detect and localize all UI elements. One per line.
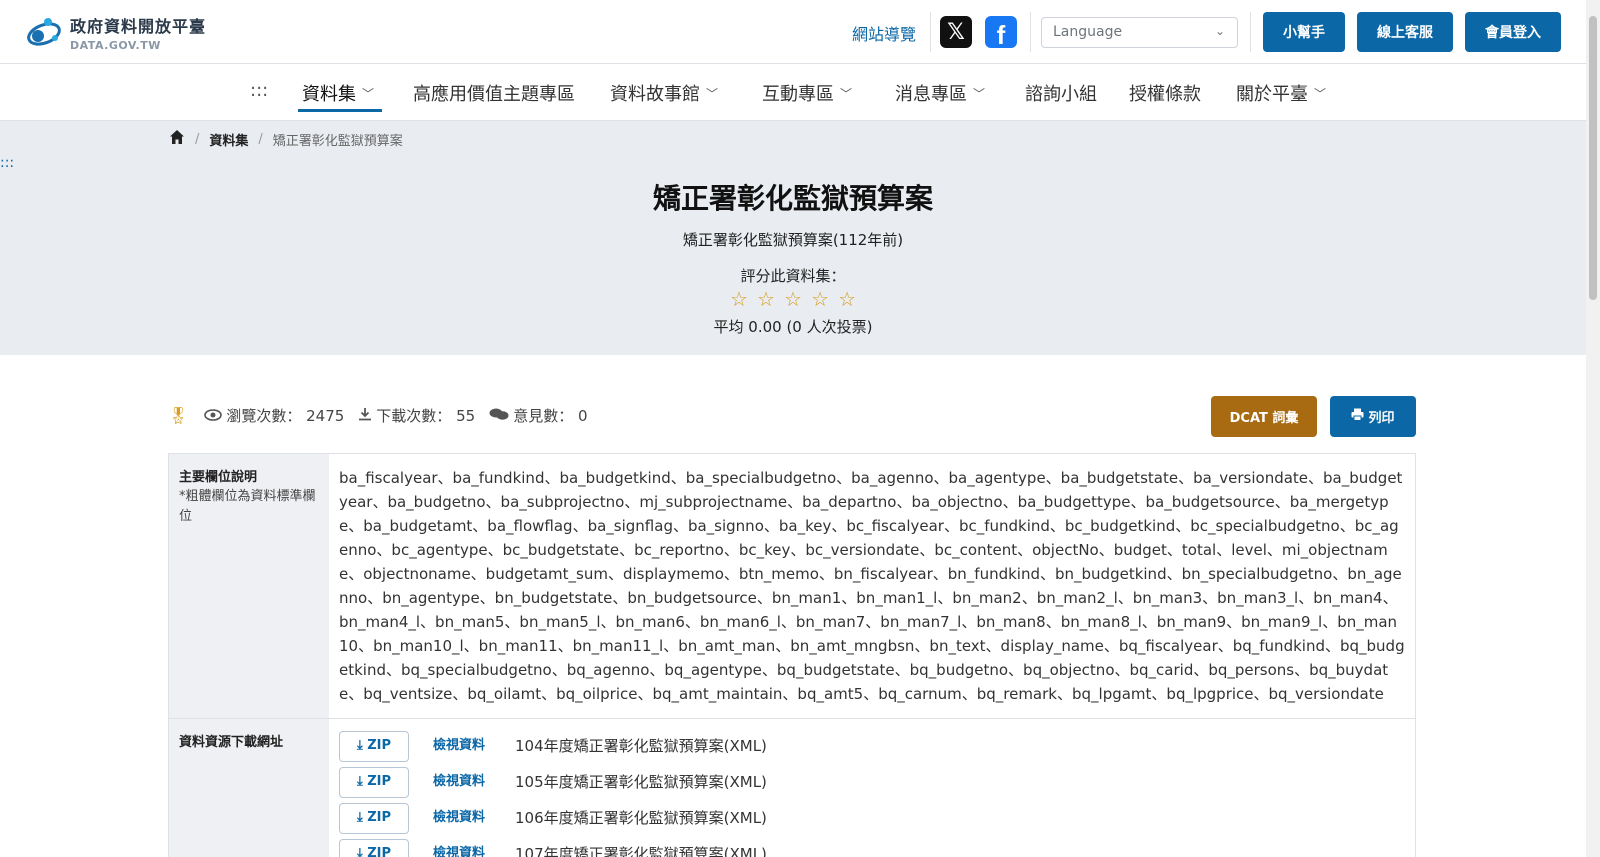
view-data-link[interactable]: 檢視資料	[433, 734, 491, 758]
resource-name: 107年度矯正署彰化監獄預算案(XML)	[515, 845, 767, 857]
eye-icon	[204, 407, 223, 425]
fields-row: 主要欄位說明 *粗體欄位為資料標準欄位 ba_fiscalyear、ba_fun…	[169, 454, 1415, 719]
facebook-icon[interactable]: f	[985, 16, 1017, 50]
printer-icon	[1351, 408, 1364, 425]
download-icon: ⤓	[356, 846, 368, 857]
chevron-down-icon: ﹀	[706, 87, 719, 101]
home-icon[interactable]	[169, 129, 185, 149]
resource-name: 104年度矯正署彰化監獄預算案(XML)	[515, 737, 767, 755]
nav-item-news[interactable]: 消息專區 ﹀	[895, 80, 985, 106]
breadcrumb: / 資料集 / 矯正署彰化監獄預算案	[169, 129, 403, 149]
resource-item: ⤓ ZIP 檢視資料 104年度矯正署彰化監獄預算案(XML)	[339, 728, 1405, 764]
chevron-down-icon: ﹀	[1314, 87, 1327, 101]
resource-name: 105年度矯正署彰化監獄預算案(XML)	[515, 773, 767, 791]
resources-row: 資料資源下載網址 ⤓ ZIP 檢視資料 104年度矯正署彰化監獄預算案(XML)…	[169, 719, 1415, 857]
nav-item-interactive[interactable]: 互動專區 ﹀	[762, 80, 852, 106]
zip-download-button[interactable]: ⤓ ZIP	[339, 766, 409, 798]
zip-download-button[interactable]: ⤓ ZIP	[339, 838, 409, 857]
print-button[interactable]: 列印	[1330, 396, 1416, 437]
download-icon: ⤓	[356, 738, 368, 753]
fields-list: ba_fiscalyear、ba_fundkind、ba_budgetkind、…	[339, 469, 1405, 703]
dcat-vocabulary-button[interactable]: DCAT 詞彙	[1211, 396, 1317, 437]
resource-item: ⤓ ZIP 檢視資料 107年度矯正署彰化監獄預算案(XML)	[339, 836, 1405, 857]
download-icon	[358, 407, 372, 425]
nav-item-license[interactable]: 授權條款	[1129, 80, 1201, 106]
x-twitter-icon[interactable]: 𝕏	[940, 16, 972, 48]
zip-download-button[interactable]: ⤓ ZIP	[339, 802, 409, 834]
nav-item-datasets[interactable]: 資料集 ﹀	[302, 80, 374, 106]
rating-stars: ☆ ☆ ☆ ☆ ☆	[0, 287, 1586, 311]
nav-item-stories[interactable]: 資料故事館 ﹀	[610, 80, 718, 106]
view-data-link[interactable]: 檢視資料	[433, 842, 491, 857]
nav-item-advisory[interactable]: 諮詢小組	[1025, 80, 1097, 106]
logo-title: 政府資料開放平臺	[70, 16, 207, 36]
online-service-button[interactable]: 線上客服	[1357, 12, 1453, 52]
chevron-down-icon: ﹀	[973, 87, 986, 101]
site-map-link[interactable]: 網站導覽	[852, 21, 916, 45]
comments-count: 0	[577, 406, 588, 425]
member-login-button[interactable]: 會員登入	[1465, 12, 1561, 52]
divider	[1250, 12, 1251, 52]
fields-label: 主要欄位說明	[179, 470, 258, 485]
logo-icon	[24, 12, 64, 52]
breadcrumb-datasets[interactable]: 資料集	[209, 130, 248, 149]
view-data-link[interactable]: 檢視資料	[433, 806, 491, 830]
dataset-subtitle: 矯正署彰化監獄預算案(112年前)	[682, 231, 904, 249]
zip-download-button[interactable]: ⤓ ZIP	[339, 730, 409, 762]
page-title: 矯正署彰化監獄預算案	[652, 182, 933, 215]
divider	[930, 12, 931, 52]
view-data-link[interactable]: 檢視資料	[433, 770, 491, 794]
helper-button[interactable]: 小幫手	[1263, 12, 1345, 52]
divider	[1030, 12, 1031, 52]
language-select[interactable]: Language ⌄	[1041, 17, 1238, 48]
page-scrollbar[interactable]	[1586, 0, 1600, 857]
nav-item-high-value[interactable]: 高應用價值主題專區	[413, 80, 575, 106]
dataset-info-table: 主要欄位說明 *粗體欄位為資料標準欄位 ba_fiscalyear、ba_fun…	[168, 453, 1416, 857]
star-icon[interactable]: ☆	[730, 287, 748, 311]
views-stat: 瀏覽次數： 2475	[204, 405, 344, 426]
download-icon: ⤓	[356, 810, 368, 825]
scrollbar-thumb[interactable]	[1589, 16, 1597, 300]
breadcrumb-current: 矯正署彰化監獄預算案	[272, 133, 403, 149]
main-nav: ::: 資料集 ﹀ 高應用價值主題專區 資料故事館 ﹀ 互動專區 ﹀ 消息專區 ﹀ 諮詢…	[0, 64, 1586, 121]
active-nav-indicator	[298, 109, 382, 112]
downloads-count: 55	[456, 406, 476, 425]
views-count: 2475	[306, 406, 345, 425]
dataset-stats: 🎖 瀏覽次數： 2475 下載次數： 55 意見數： 0	[168, 405, 602, 426]
nav-menu-dots[interactable]: :::	[250, 80, 268, 101]
accesskey-anchor[interactable]: :::	[0, 155, 14, 171]
star-icon[interactable]: ☆	[811, 287, 829, 311]
site-header: 政府資料開放平臺 DATA.GOV.TW 網站導覽 𝕏 f Language ⌄…	[0, 0, 1600, 64]
nav-item-about[interactable]: 關於平臺 ﹀	[1236, 80, 1326, 106]
download-icon: ⤓	[356, 774, 368, 789]
star-icon[interactable]: ☆	[757, 287, 775, 311]
star-icon[interactable]: ☆	[784, 287, 802, 311]
site-logo[interactable]: 政府資料開放平臺 DATA.GOV.TW	[24, 12, 206, 52]
resource-item: ⤓ ZIP 檢視資料 106年度矯正署彰化監獄預算案(XML)	[339, 800, 1405, 836]
fields-note: *粗體欄位為資料標準欄位	[179, 489, 316, 524]
rating-average: 平均 0.00 (0 人次投票)	[713, 318, 873, 336]
dataset-hero: / 資料集 / 矯正署彰化監獄預算案 ::: 矯正署彰化監獄預算案 矯正署彰化監…	[0, 121, 1586, 355]
chevron-down-icon: ⌄	[1214, 24, 1225, 38]
resource-item: ⤓ ZIP 檢視資料 105年度矯正署彰化監獄預算案(XML)	[339, 764, 1405, 800]
downloads-stat: 下載次數： 55	[358, 405, 475, 426]
resources-label: 資料資源下載網址	[179, 735, 284, 750]
logo-subtitle: DATA.GOV.TW	[70, 38, 161, 52]
star-icon[interactable]: ☆	[838, 287, 856, 311]
language-select-value: Language	[1053, 24, 1123, 40]
resource-name: 106年度矯正署彰化監獄預算案(XML)	[515, 809, 767, 827]
comments-stat: 意見數： 0	[489, 405, 588, 426]
comments-icon	[489, 407, 509, 425]
medal-icon: 🎖	[168, 406, 189, 425]
rate-label: 評分此資料集：	[740, 267, 846, 285]
chevron-down-icon: ﹀	[362, 87, 375, 101]
chevron-down-icon: ﹀	[840, 87, 853, 101]
